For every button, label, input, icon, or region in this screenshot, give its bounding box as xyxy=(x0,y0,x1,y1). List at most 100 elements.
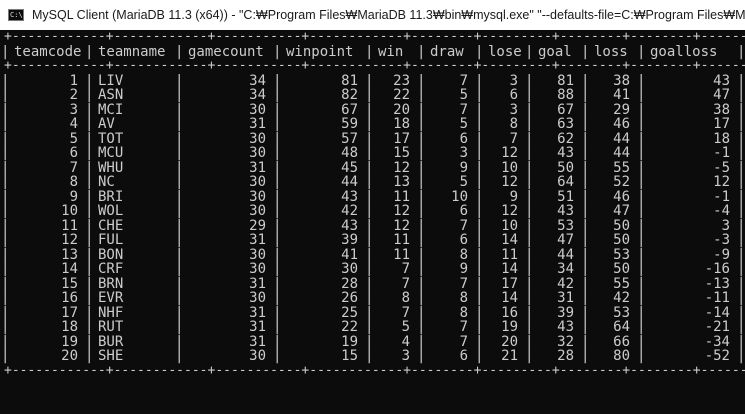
table-cell-lose: 3 xyxy=(509,72,518,89)
table-cell-draw: 6 xyxy=(459,348,468,364)
table-cell-draw: 7 xyxy=(459,275,468,292)
column-separator: | xyxy=(581,333,590,350)
column-separator: | xyxy=(4,145,10,161)
column-separator: | xyxy=(637,246,646,263)
column-separator: | xyxy=(175,246,184,263)
column-separator: | xyxy=(4,43,10,60)
table-cell-lose: 7 xyxy=(509,130,518,147)
column-separator: | xyxy=(637,130,646,147)
table-cell-win: 11 xyxy=(393,232,410,248)
table-row: | | | | | | | | | | | 16 EVR 30 26 8 8 14 31 42 -11 xyxy=(4,291,745,306)
column-separator: | xyxy=(525,261,534,277)
table-cell-teamname: BRN xyxy=(98,275,124,292)
column-separator: | xyxy=(175,333,184,350)
table-cell-goalloss: -9 xyxy=(713,246,730,263)
table-cell-winpoint: 26 xyxy=(341,290,358,306)
column-separator: | xyxy=(475,261,484,277)
table-row: | | | | | | | | | | | 11 CHE 29 43 12 7 10 53 50 3 xyxy=(4,217,745,234)
table-cell-loss: 38 xyxy=(613,72,630,89)
column-separator: | xyxy=(475,348,484,364)
table-cell-goalloss: -3 xyxy=(713,232,730,248)
column-separator: | xyxy=(637,232,646,248)
column-separator: | xyxy=(4,188,10,205)
column-separator: | xyxy=(737,101,745,118)
table-cell-goalloss: -52 xyxy=(704,348,730,364)
table-row: | | | | | | | | | | | 13 BON 30 41 11 8 11 44 53 -9 xyxy=(4,246,745,263)
column-separator: | xyxy=(525,174,534,190)
table-cell-win: 17 xyxy=(393,130,410,147)
column-separator: | xyxy=(365,159,374,176)
table-cell-goal: 42 xyxy=(557,275,574,292)
console-output[interactable]: +------------+------------+-----------+-… xyxy=(4,30,745,414)
title-bar[interactable]: C:\ MySQL Client (MariaDB 11.3 (x64)) - … xyxy=(0,0,745,30)
column-separator: | xyxy=(365,217,374,234)
table-cell-draw: 5 xyxy=(459,87,468,103)
column-separator: | xyxy=(175,101,184,118)
table-cell-goal: 43 xyxy=(557,203,574,219)
table-cell-gamecount: 30 xyxy=(249,101,266,118)
column-separator: | xyxy=(4,333,10,350)
table-cell-teamname: BRI xyxy=(98,188,124,205)
table-cell-goal: 44 xyxy=(557,246,574,263)
column-separator: | xyxy=(417,246,426,263)
column-separator: | xyxy=(85,275,94,292)
column-separator: | xyxy=(85,145,94,161)
table-cell-draw: 9 xyxy=(459,261,468,277)
table-cell-winpoint: 39 xyxy=(341,232,358,248)
column-separator: | xyxy=(581,87,590,103)
column-separator: | xyxy=(581,246,590,263)
table-cell-lose: 14 xyxy=(501,261,518,277)
column-separator: | xyxy=(365,43,374,60)
column-separator: | xyxy=(273,116,282,132)
column-separator: | xyxy=(737,145,745,161)
column-separator: | xyxy=(475,145,484,161)
table-cell-loss: 46 xyxy=(613,116,630,132)
table-cell-lose: 10 xyxy=(501,217,518,234)
column-separator: | xyxy=(273,159,282,176)
column-separator: | xyxy=(175,159,184,176)
column-separator: | xyxy=(417,261,426,277)
column-separator: | xyxy=(365,246,374,263)
column-separator: | xyxy=(475,87,484,103)
column-separator: | xyxy=(365,319,374,335)
column-separator: | xyxy=(85,217,94,234)
column-separator: | xyxy=(417,116,426,132)
column-separator: | xyxy=(737,232,745,248)
table-cell-teamcode: 4 xyxy=(69,116,78,132)
column-separator: | xyxy=(4,348,10,364)
table-cell-gamecount: 29 xyxy=(249,217,266,234)
column-separator: | xyxy=(525,203,534,219)
column-separator: | xyxy=(581,275,590,292)
table-cell-teamcode: 18 xyxy=(61,319,78,335)
column-separator: | xyxy=(525,290,534,306)
table-row: | | | | | | | | | | | 17 NHF 31 25 7 8 16 39 53 -14 xyxy=(4,304,745,321)
table-cell-goal: 34 xyxy=(557,261,574,277)
table-cell-teamcode: 9 xyxy=(69,188,78,205)
column-separator: | xyxy=(417,130,426,147)
table-cell-win: 7 xyxy=(401,304,410,321)
column-separator: | xyxy=(4,174,10,190)
column-separator: | xyxy=(175,304,184,321)
column-separator: | xyxy=(581,43,590,60)
column-separator: | xyxy=(637,174,646,190)
column-separator: | xyxy=(737,275,745,292)
table-cell-loss: 64 xyxy=(613,319,630,335)
table-cell-teamcode: 8 xyxy=(69,174,78,190)
column-separator: | xyxy=(273,174,282,190)
column-separator: | xyxy=(637,333,646,350)
column-separator: | xyxy=(737,203,745,219)
table-cell-loss: 52 xyxy=(613,174,630,190)
column-separator: | xyxy=(175,203,184,219)
column-separator: | xyxy=(273,203,282,219)
column-separator: | xyxy=(175,188,184,205)
column-separator: | xyxy=(273,333,282,350)
column-separator: | xyxy=(525,246,534,263)
table-cell-lose: 21 xyxy=(501,348,518,364)
column-separator: | xyxy=(417,348,426,364)
column-separator: | xyxy=(273,290,282,306)
table-cell-draw: 9 xyxy=(459,159,468,176)
column-separator: | xyxy=(85,304,94,321)
table-cell-gamecount: 31 xyxy=(249,275,266,292)
column-separator: | xyxy=(4,116,10,132)
table-cell-goal: 53 xyxy=(557,217,574,234)
